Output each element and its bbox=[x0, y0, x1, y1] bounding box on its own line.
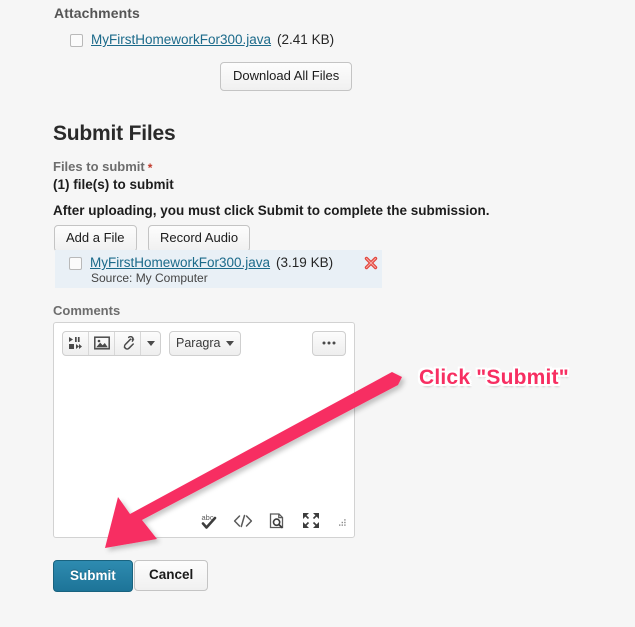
attachment-file-row: MyFirstHomeworkFor300.java (2.41 KB) bbox=[70, 32, 334, 47]
attachment-file-size: (2.41 KB) bbox=[277, 32, 335, 47]
comments-rich-text-editor: Paragraph abc bbox=[53, 322, 355, 538]
editor-toolbar: Paragraph bbox=[54, 323, 354, 363]
paragraph-format-select[interactable]: Paragraph bbox=[169, 330, 241, 356]
attachment-file-link[interactable]: MyFirstHomeworkFor300.java bbox=[91, 32, 271, 47]
insert-image-icon[interactable] bbox=[89, 331, 115, 355]
files-to-submit-label: Files to submit * bbox=[53, 159, 152, 175]
attachments-heading: Attachments bbox=[54, 5, 140, 21]
media-controls-icon[interactable] bbox=[63, 331, 89, 355]
files-to-submit-label-text: Files to submit bbox=[53, 159, 145, 174]
cancel-button[interactable]: Cancel bbox=[134, 560, 209, 591]
comments-label: Comments bbox=[53, 303, 121, 318]
download-all-files-button[interactable]: Download All Files bbox=[220, 62, 353, 91]
chevron-down-icon[interactable] bbox=[141, 332, 160, 355]
add-a-file-button[interactable]: Add a File bbox=[54, 225, 137, 252]
uploaded-file-size: (3.19 KB) bbox=[276, 255, 334, 270]
code-view-icon[interactable] bbox=[233, 511, 253, 531]
comments-textarea[interactable] bbox=[55, 363, 353, 505]
resize-grip-icon[interactable] bbox=[337, 516, 347, 526]
spellcheck-icon[interactable]: abc bbox=[199, 511, 219, 531]
editor-insert-group bbox=[62, 330, 161, 356]
quicklink-icon[interactable] bbox=[115, 331, 141, 355]
annotation-label: Click "Submit" bbox=[419, 366, 569, 389]
assignment-submission-page: Attachments MyFirstHomeworkFor300.java (… bbox=[0, 0, 635, 627]
delete-x-icon[interactable] bbox=[363, 255, 379, 271]
uploaded-file-source: Source: My Computer bbox=[91, 271, 208, 285]
uploaded-file-row: MyFirstHomeworkFor300.java (3.19 KB) Sou… bbox=[55, 250, 382, 288]
attachment-file-checkbox[interactable] bbox=[70, 34, 83, 47]
record-audio-button[interactable]: Record Audio bbox=[148, 225, 251, 252]
paragraph-format-value: Paragraph bbox=[176, 336, 221, 350]
uploaded-file-checkbox[interactable] bbox=[69, 257, 82, 270]
fullscreen-icon[interactable] bbox=[301, 511, 321, 531]
chevron-down-icon bbox=[226, 340, 234, 346]
submit-button[interactable]: Submit bbox=[53, 560, 133, 592]
preview-icon[interactable] bbox=[267, 511, 287, 531]
more-options-icon[interactable] bbox=[312, 330, 346, 356]
submit-files-heading: Submit Files bbox=[53, 122, 176, 145]
submit-instructions: After uploading, you must click Submit t… bbox=[53, 203, 490, 218]
required-asterisk: * bbox=[147, 161, 153, 175]
file-count-text: (1) file(s) to submit bbox=[53, 177, 174, 192]
uploaded-file-main: MyFirstHomeworkFor300.java (3.19 KB) bbox=[69, 255, 333, 270]
uploaded-file-link[interactable]: MyFirstHomeworkFor300.java bbox=[90, 255, 270, 270]
editor-statusbar: abc bbox=[55, 505, 353, 536]
